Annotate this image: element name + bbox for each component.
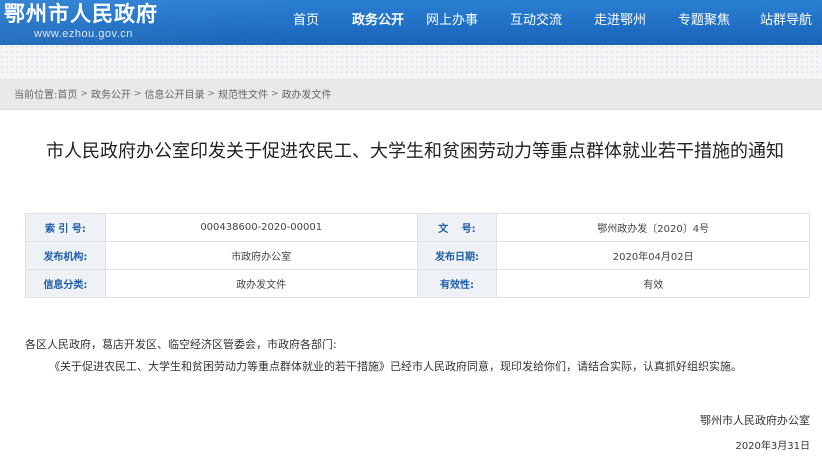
site-logo[interactable]: 鄂州市人民政府 www.ezhou.gov.cn (4, 2, 204, 42)
publish-date-label: 发布日期: (416, 241, 498, 270)
breadcrumb-item-government-affairs[interactable]: 政务公开 (91, 86, 131, 101)
breadcrumb-separator-icon: > (207, 88, 216, 99)
publisher-value: 市政府办公室 (104, 241, 418, 270)
document-number-value: 鄂州政办发〔2020〕4号 (496, 213, 810, 242)
nav-item-site-navigation[interactable]: 站群导航 (746, 0, 822, 45)
publish-date-value: 2020年04月02日 (496, 241, 810, 270)
document-paragraph: 《关于促进农民工、大学生和贫困劳动力等重点群体就业的若干措施》已经市人民政府同意… (49, 360, 742, 373)
document-info-table: 索 引 号: 000438600-2020-00001 文 号: 鄂州政办发〔2… (25, 213, 810, 298)
nav-item-government-affairs[interactable]: 政务公开 (340, 0, 410, 45)
signature-date: 2020年3月31日 (735, 441, 810, 452)
banner-strip (0, 45, 822, 77)
site-header: 鄂州市人民政府 www.ezhou.gov.cn 首页 政务公开 网上办事 互动… (0, 0, 822, 45)
breadcrumb-separator-icon: > (80, 88, 88, 99)
index-number-value: 000438600-2020-00001 (104, 213, 418, 242)
breadcrumb-item-home[interactable]: 首页 (57, 86, 77, 101)
publisher-label: 发布机构: (25, 241, 106, 270)
table-row: 发布机构: 市政府办公室 发布日期: 2020年04月02日 (25, 241, 810, 270)
table-row: 信息分类: 政办发文件 有效性: 有效 (25, 269, 810, 298)
main-nav: 首页 政务公开 网上办事 互动交流 走进鄂州 专题聚焦 站群导航 (272, 0, 822, 45)
nav-item-interaction[interactable]: 互动交流 (494, 0, 578, 45)
document-number-label: 文 号: (416, 213, 498, 242)
breadcrumb-prefix: 当前位置: (14, 90, 58, 101)
breadcrumb-item-office-documents[interactable]: 政办发文件 (282, 86, 332, 101)
nav-item-online-services[interactable]: 网上办事 (410, 0, 494, 45)
nav-item-home[interactable]: 首页 (272, 0, 340, 45)
validity-label: 有效性: (416, 269, 498, 298)
table-row: 索 引 号: 000438600-2020-00001 文 号: 鄂州政办发〔2… (25, 213, 810, 242)
breadcrumb-item-info-directory[interactable]: 信息公开目录 (144, 86, 204, 101)
nav-item-about-ezhou[interactable]: 走进鄂州 (578, 0, 662, 45)
document-body: 各区人民政府，葛店开发区、临空经济区管委会，市政府各部门: 《关于促进农民工、大… (25, 336, 815, 376)
category-value: 政办发文件 (104, 269, 418, 298)
site-url: www.ezhou.gov.cn (34, 28, 133, 40)
breadcrumb: 当前位置: 首页 > 政务公开 > 信息公开目录 > 规范性文件 > 政办发文件 (0, 78, 822, 110)
validity-value: 有效 (496, 269, 810, 298)
breadcrumb-item-normative-documents[interactable]: 规范性文件 (218, 86, 268, 101)
category-label: 信息分类: (25, 269, 106, 298)
index-number-label: 索 引 号: (25, 213, 106, 242)
breadcrumb-separator-icon: > (133, 88, 142, 99)
nav-item-topics[interactable]: 专题聚焦 (662, 0, 746, 45)
site-title: 鄂州市人民政府 (4, 2, 158, 26)
breadcrumb-separator-icon: > (271, 88, 279, 99)
document-salutation: 各区人民政府，葛店开发区、临空经济区管委会，市政府各部门: (25, 338, 337, 351)
signature-organization: 鄂州市人民政府办公室 (700, 414, 810, 427)
document-title: 市人民政府办公室印发关于促进农民工、大学生和贫困劳动力等重点群体就业若干措施的通… (46, 141, 784, 162)
